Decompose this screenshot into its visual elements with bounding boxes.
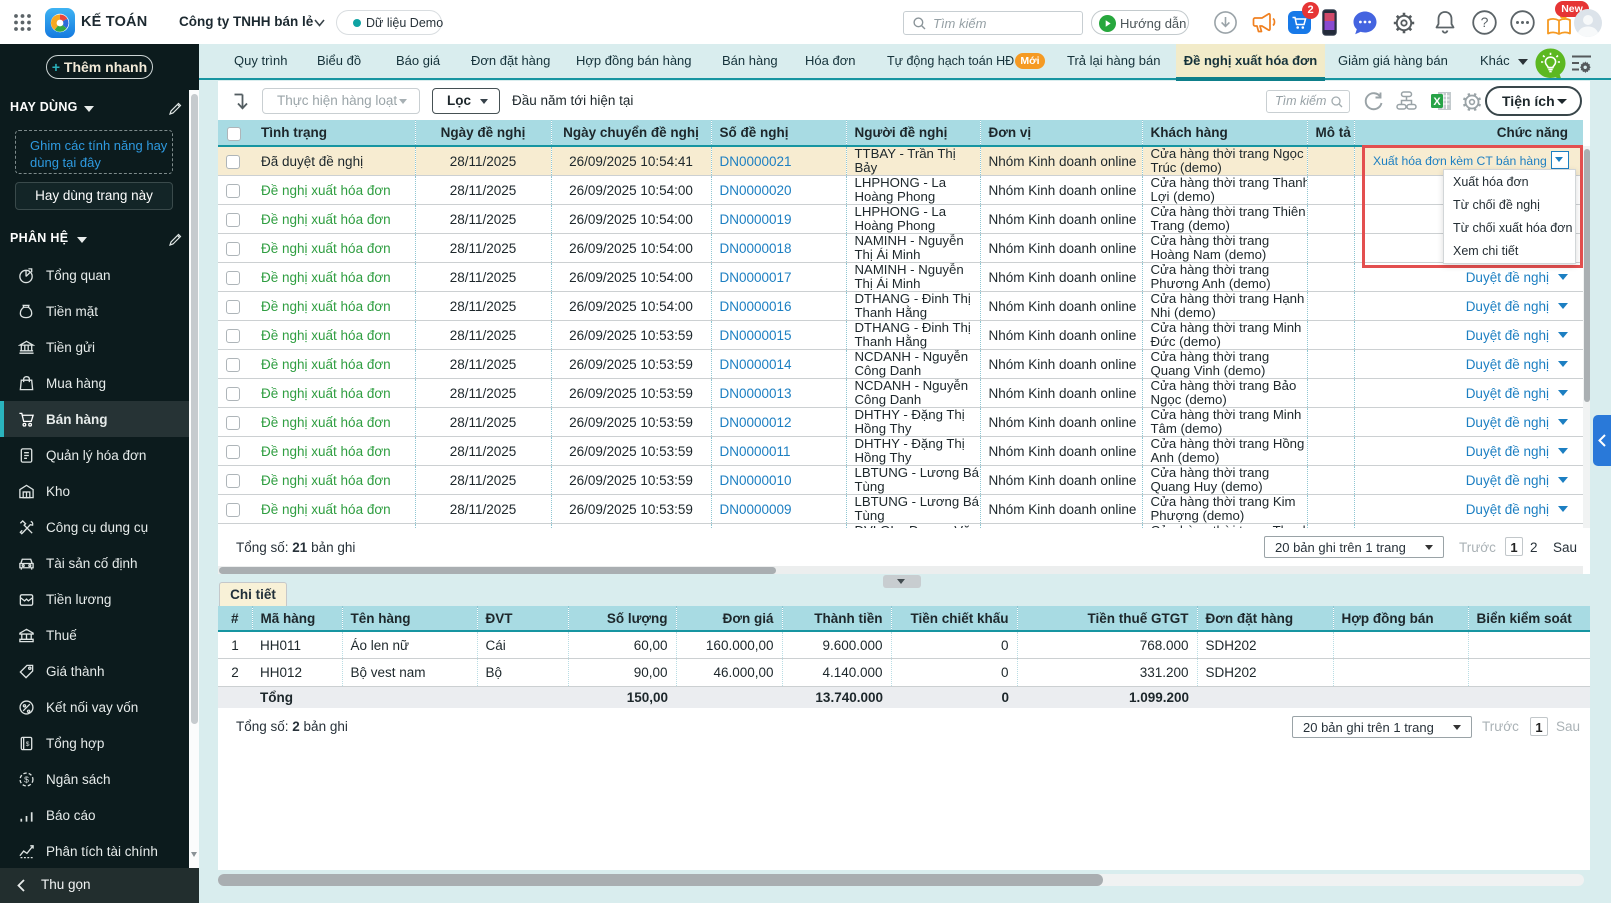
svg-text:X: X (1433, 96, 1441, 108)
svg-text:$: $ (26, 740, 30, 747)
svg-text:$: $ (24, 774, 29, 784)
svg-text:?: ? (1481, 14, 1489, 30)
